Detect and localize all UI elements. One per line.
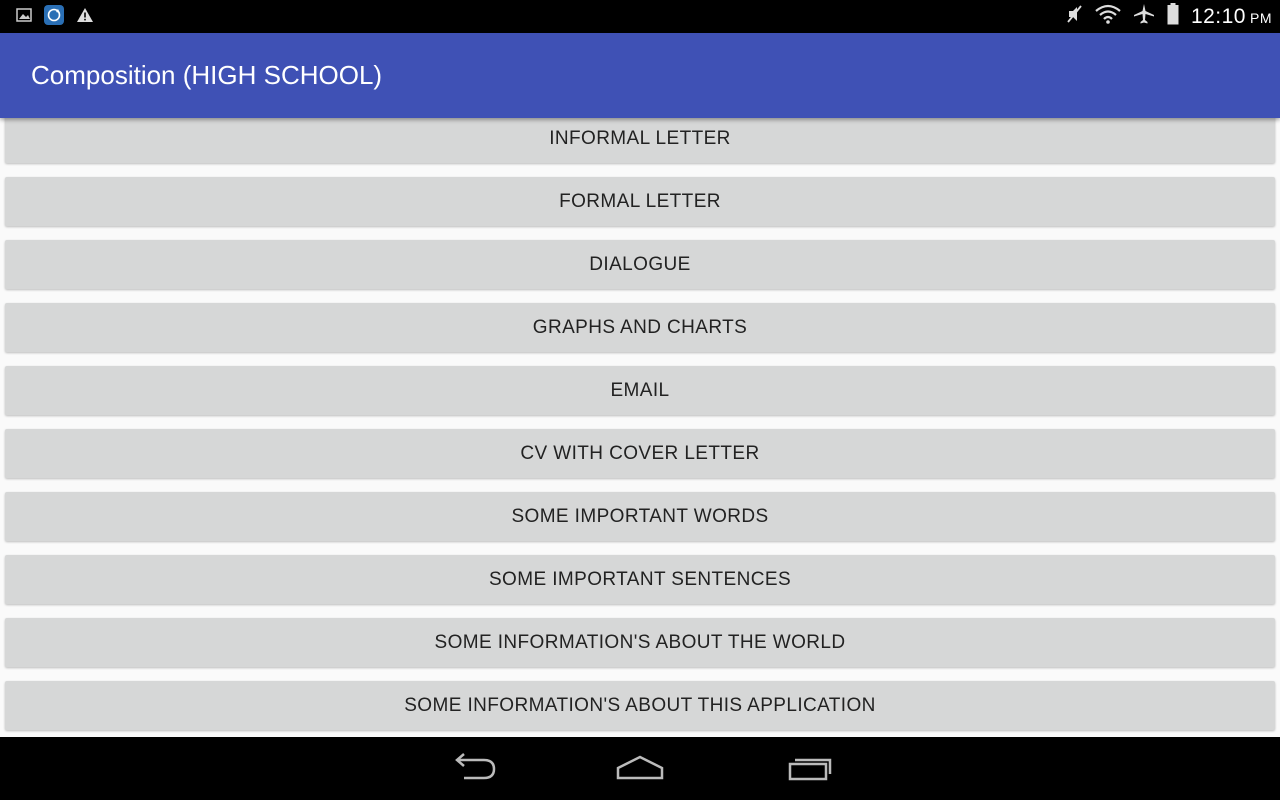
email-button[interactable]: EMAIL: [5, 366, 1275, 415]
navigation-bar: [0, 737, 1280, 800]
recent-apps-icon: [785, 752, 833, 787]
back-button[interactable]: [442, 751, 502, 787]
status-ampm: PM: [1250, 9, 1272, 26]
airplane-mode-icon: [1133, 3, 1155, 30]
home-icon: [614, 752, 666, 787]
back-icon: [448, 752, 496, 787]
status-left-icons: [16, 4, 94, 30]
mute-icon: [1065, 4, 1083, 29]
status-right-icons: 12:10 PM: [1065, 0, 1272, 33]
important-words-button[interactable]: SOME IMPORTANT WORDS: [5, 492, 1275, 541]
app-bar: Composition (HIGH SCHOOL): [0, 33, 1280, 118]
screen: 12:10 PM Composition (HIGH SCHOOL) INFORM…: [0, 0, 1280, 800]
home-button[interactable]: [610, 751, 670, 787]
world-information-button[interactable]: SOME INFORMATION'S ABOUT THE WORLD: [5, 618, 1275, 667]
status-time: 12:10: [1190, 4, 1246, 28]
wifi-icon: [1095, 4, 1121, 29]
recent-apps-button[interactable]: [779, 751, 839, 787]
formal-letter-button[interactable]: FORMAL LETTER: [5, 177, 1275, 226]
page-title: Composition (HIGH SCHOOL): [31, 60, 383, 90]
app-information-button[interactable]: SOME INFORMATION'S ABOUT THIS APPLICATIO…: [5, 681, 1275, 730]
menu-list: INFORMAL LETTER FORMAL LETTER DIALOGUE G…: [0, 118, 1280, 737]
important-sentences-button[interactable]: SOME IMPORTANT SENTENCES: [5, 555, 1275, 604]
graphs-and-charts-button[interactable]: GRAPHS AND CHARTS: [5, 303, 1275, 352]
status-clock: 12:10 PM: [1191, 5, 1272, 29]
sync-app-icon: [44, 4, 64, 30]
dialogue-button[interactable]: DIALOGUE: [5, 240, 1275, 289]
warning-icon: [76, 7, 94, 28]
informal-letter-button[interactable]: INFORMAL LETTER: [5, 118, 1275, 163]
cv-with-cover-letter-button[interactable]: CV WITH COVER LETTER: [5, 429, 1275, 478]
battery-icon: [1167, 3, 1179, 30]
status-bar: 12:10 PM: [0, 0, 1280, 33]
image-notification-icon: [16, 7, 32, 28]
